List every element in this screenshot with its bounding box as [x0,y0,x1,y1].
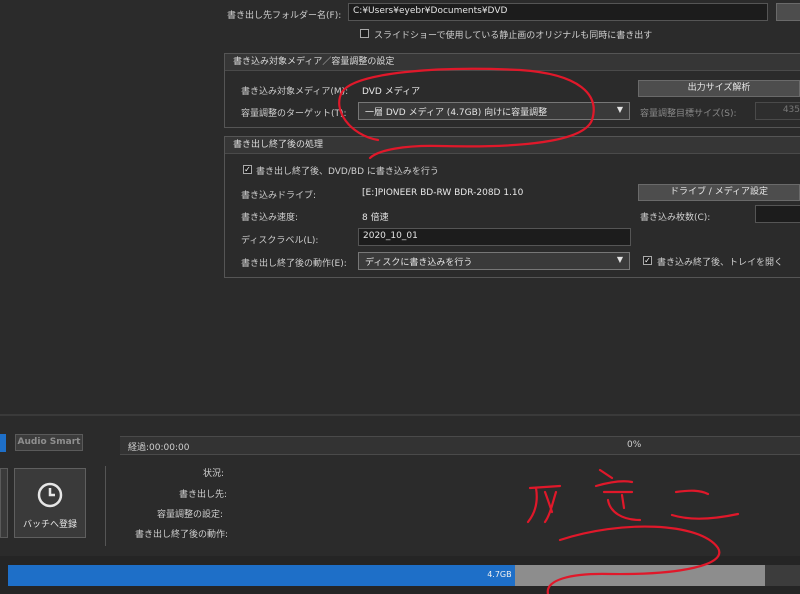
target-label: 容量調整のターゲット(T): [241,109,347,119]
folder-label: 書き出し先フォルダー名(F): [227,11,342,21]
slideshow-checkbox-label: スライドショーで使用している静止画のオリジナルも同時に書き出す [374,31,653,41]
target-size-label: 容量調整目標サイズ(S): [640,109,737,119]
tray-checkbox-label: 書き込み終了後、トレイを開く [657,258,784,268]
output-size-button[interactable]: 出力サイズ解析 [638,80,800,97]
slideshow-checkbox[interactable] [360,29,369,38]
dest-label: 書き出し先: [179,490,228,500]
batch-register-button[interactable]: バッチへ登録 [14,468,86,538]
folder-browse-button[interactable] [776,3,800,21]
chevron-down-icon: ▼ [616,105,623,114]
speed-value: 8 倍速 [362,213,389,223]
left-tool-button-edge[interactable] [0,468,8,538]
bottom-divider [0,414,800,416]
folder-input[interactable]: C:¥Users¥eyebr¥Documents¥DVD [348,3,768,21]
after-group-title: 書き出し終了後の処理 [225,137,800,154]
status-label: 状況: [203,469,225,479]
after-action-label: 書き出し終了後の動作: [135,530,229,540]
capacity-bar: 4.7GB [8,565,765,586]
elapsed-time: 経過:00:00:00 [128,443,190,453]
bottom-vertical-separator [105,466,106,546]
progress-percent: 0% [627,440,642,450]
action-label: 書き出し終了後の動作(E): [241,259,347,269]
target-select-value: 一層 DVD メディア (4.7GB) 向けに容量調整 [365,108,548,118]
copies-label: 書き込み枚数(C): [640,213,711,223]
target-select[interactable]: 一層 DVD メディア (4.7GB) 向けに容量調整 ▼ [358,102,630,120]
drive-label: 書き込みドライブ: [241,191,317,201]
media-value: DVD メディア [362,87,421,97]
write-checkbox[interactable]: ✓ [243,165,252,174]
tray-checkbox[interactable]: ✓ [643,256,652,265]
capacity-bar-label: 4.7GB [487,570,512,579]
drive-value: [E:]PIONEER BD-RW BDR-208D 1.10 [362,188,524,198]
progress-header [120,436,800,455]
write-checkbox-label: 書き出し終了後、DVD/BD に書き込みを行う [256,167,439,177]
target-size-input[interactable]: 435 [755,102,800,120]
drive-settings-button[interactable]: ドライブ / メディア設定 [638,184,800,201]
clock-icon [37,482,63,508]
batch-register-label: バッチへ登録 [22,520,77,530]
disc-label-input[interactable]: 2020_10_01 [358,228,631,246]
capacity-bar-fill [8,565,516,586]
disc-label-label: ディスクラベル(L): [241,236,319,246]
audio-smart-left-edge [0,434,6,452]
media-group-title: 書き込み対象メディア／容量調整の設定 [225,54,800,71]
speed-label: 書き込み速度: [241,213,299,223]
copies-input[interactable] [755,205,800,223]
capacity-setting-label: 容量調整の設定: [157,510,224,520]
chevron-down-icon: ▼ [616,255,623,264]
capacity-bar-tail [765,565,800,586]
media-label: 書き込み対象メディア(M): [241,87,349,97]
action-select[interactable]: ディスクに書き込みを行う ▼ [358,252,630,270]
action-select-value: ディスクに書き込みを行う [365,258,473,268]
audio-smart-badge[interactable]: Audio Smart [15,434,83,451]
